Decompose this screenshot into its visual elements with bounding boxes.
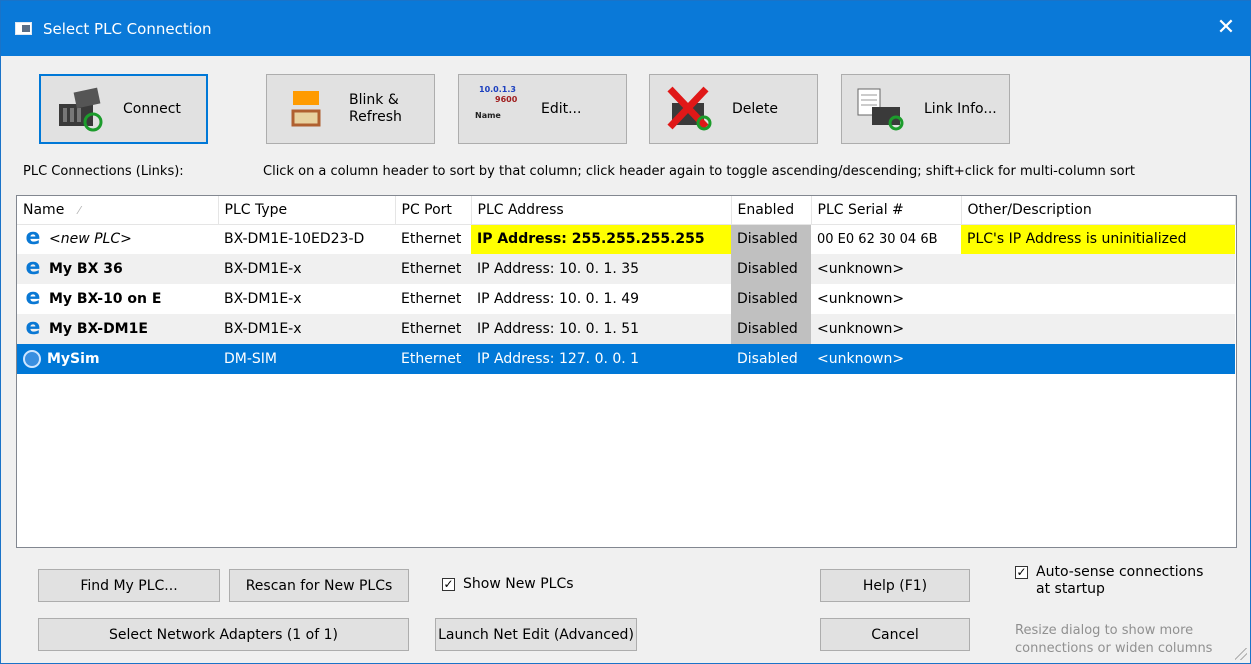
plc-connections-label: PLC Connections (Links): <box>23 164 184 179</box>
link-info-icon <box>857 88 904 131</box>
auto-sense-label: Auto-sense connections at startup <box>1036 564 1204 597</box>
column-header-plc-serial[interactable]: PLC Serial # <box>811 196 962 225</box>
edit-label: Edit... <box>541 100 582 117</box>
delete-label: Delete <box>732 100 778 117</box>
ethernet-e-icon: e <box>25 255 41 280</box>
table-row-selected[interactable]: MySim DM-SIM Ethernet IP Address: 127. 0… <box>17 344 1235 374</box>
row-serial: <unknown> <box>811 254 961 284</box>
rescan-button[interactable]: Rescan for New PLCs <box>229 569 409 602</box>
column-header-name[interactable]: Name ⁄ <box>17 196 219 225</box>
row-enabled: Disabled <box>731 344 811 374</box>
row-pc-port: Ethernet <box>395 314 471 344</box>
row-plc-type: DM-SIM <box>218 344 395 374</box>
header-row: Name ⁄ PLC Type PC Port PLC Address Enabl… <box>17 196 1236 225</box>
row-description <box>961 254 1235 284</box>
link-info-button[interactable]: Link Info... <box>841 74 1010 144</box>
plc-connect-icon <box>59 87 103 132</box>
row-plc-address: IP Address: 10. 0. 1. 35 <box>471 254 731 284</box>
plc-connections-list[interactable]: Name ⁄ PLC Type PC Port PLC Address Enabl… <box>16 195 1237 548</box>
connections-table: Name ⁄ PLC Type PC Port PLC Address Enabl… <box>17 196 1236 374</box>
table-row[interactable]: e My BX-10 on E BX-DM1E-x Ethernet IP Add… <box>17 284 1235 314</box>
table-row[interactable]: e <new PLC> BX-DM1E-10ED23-D Ethernet IP … <box>17 224 1235 254</box>
blink-refresh-icon <box>291 91 321 127</box>
row-pc-port: Ethernet <box>401 231 462 248</box>
select-network-adapters-button[interactable]: Select Network Adapters (1 of 1) <box>38 618 409 651</box>
checkmark-icon: ✓ <box>1015 565 1028 579</box>
row-name: MySim <box>47 351 100 367</box>
column-header-plc-type[interactable]: PLC Type <box>218 196 396 225</box>
row-plc-address: IP Address: 10. 0. 1. 49 <box>477 291 640 307</box>
link-info-label: Link Info... <box>924 100 997 117</box>
column-header-plc-address[interactable]: PLC Address <box>471 196 732 225</box>
row-enabled: Disabled <box>731 314 811 344</box>
resize-grip[interactable] <box>1235 648 1247 660</box>
blink-refresh-button[interactable]: Blink & Refresh <box>266 74 435 144</box>
column-header-description[interactable]: Other/Description <box>961 196 1236 225</box>
help-button[interactable]: Help (F1) <box>820 569 970 602</box>
checkmark-icon: ✓ <box>442 577 455 591</box>
row-plc-type: BX-DM1E-x <box>224 291 302 307</box>
find-my-plc-button[interactable]: Find My PLC... <box>38 569 220 602</box>
row-plc-type: BX-DM1E-10ED23-D <box>224 231 365 248</box>
row-serial: <unknown> <box>817 291 905 307</box>
row-serial: <unknown> <box>811 344 961 374</box>
app-icon <box>15 22 32 35</box>
edit-button[interactable]: 10.0.1.3 9600 Name Edit... <box>458 74 627 144</box>
row-name: <new PLC> <box>49 231 132 248</box>
edit-address-icon: 10.0.1.3 9600 Name <box>475 85 518 120</box>
connect-label: Connect <box>123 100 181 117</box>
row-name: My BX-10 on E <box>49 291 162 307</box>
row-description <box>961 314 1235 344</box>
row-description <box>961 284 1235 314</box>
launch-net-edit-button[interactable]: Launch Net Edit (Advanced) <box>435 618 637 651</box>
delete-plc-icon <box>667 86 712 131</box>
show-new-plcs-checkbox[interactable]: ✓ Show New PLCs <box>442 576 574 592</box>
row-enabled: Disabled <box>731 284 811 314</box>
select-plc-connection-dialog: Select PLC Connection ✕ Connect Blink & … <box>0 0 1251 664</box>
row-enabled: Disabled <box>731 224 811 254</box>
row-plc-address: IP Address: 10. 0. 1. 51 <box>471 314 731 344</box>
row-serial: 00 E0 62 30 04 6B <box>817 231 938 247</box>
row-pc-port: Ethernet <box>395 344 471 374</box>
connect-button[interactable]: Connect <box>39 74 208 144</box>
title-bar: Select PLC Connection ✕ <box>1 1 1250 56</box>
resize-hint: Resize dialog to show more connections o… <box>1015 623 1213 656</box>
auto-sense-checkbox[interactable]: ✓ Auto-sense connections at startup <box>1015 564 1203 598</box>
delete-button[interactable]: Delete <box>649 74 818 144</box>
sort-hint: Click on a column header to sort by that… <box>263 164 1136 179</box>
row-plc-type: BX-DM1E-x <box>218 254 395 284</box>
row-plc-type: BX-DM1E-x <box>218 314 395 344</box>
close-icon[interactable]: ✕ <box>1212 12 1240 44</box>
show-new-plcs-label: Show New PLCs <box>463 576 574 592</box>
ethernet-e-icon: e <box>25 315 41 340</box>
row-name: My BX-DM1E <box>49 321 148 337</box>
row-pc-port: Ethernet <box>395 254 471 284</box>
window-title: Select PLC Connection <box>43 20 212 38</box>
row-pc-port: Ethernet <box>401 291 462 307</box>
row-description: PLC's IP Address is uninitialized <box>961 224 1235 254</box>
sort-ascending-icon: ⁄ <box>78 203 81 217</box>
row-enabled: Disabled <box>731 254 811 284</box>
column-header-pc-port[interactable]: PC Port <box>395 196 472 225</box>
row-name: My BX 36 <box>49 261 123 277</box>
table-row[interactable]: e My BX-DM1E BX-DM1E-x Ethernet IP Addres… <box>17 314 1235 344</box>
table-row[interactable]: e My BX 36 BX-DM1E-x Ethernet IP Address:… <box>17 254 1235 284</box>
ethernet-e-icon: e <box>25 285 41 310</box>
column-header-enabled[interactable]: Enabled <box>731 196 812 225</box>
row-plc-address: IP Address: 255.255.255.255 <box>471 224 731 254</box>
row-plc-address: IP Address: 127. 0. 0. 1 <box>471 344 731 374</box>
ethernet-e-icon: e <box>25 225 41 251</box>
cancel-button[interactable]: Cancel <box>820 618 970 651</box>
simulator-icon <box>23 350 41 368</box>
blink-refresh-label: Blink & Refresh <box>349 92 402 125</box>
row-description <box>961 344 1235 374</box>
row-serial: <unknown> <box>811 314 961 344</box>
